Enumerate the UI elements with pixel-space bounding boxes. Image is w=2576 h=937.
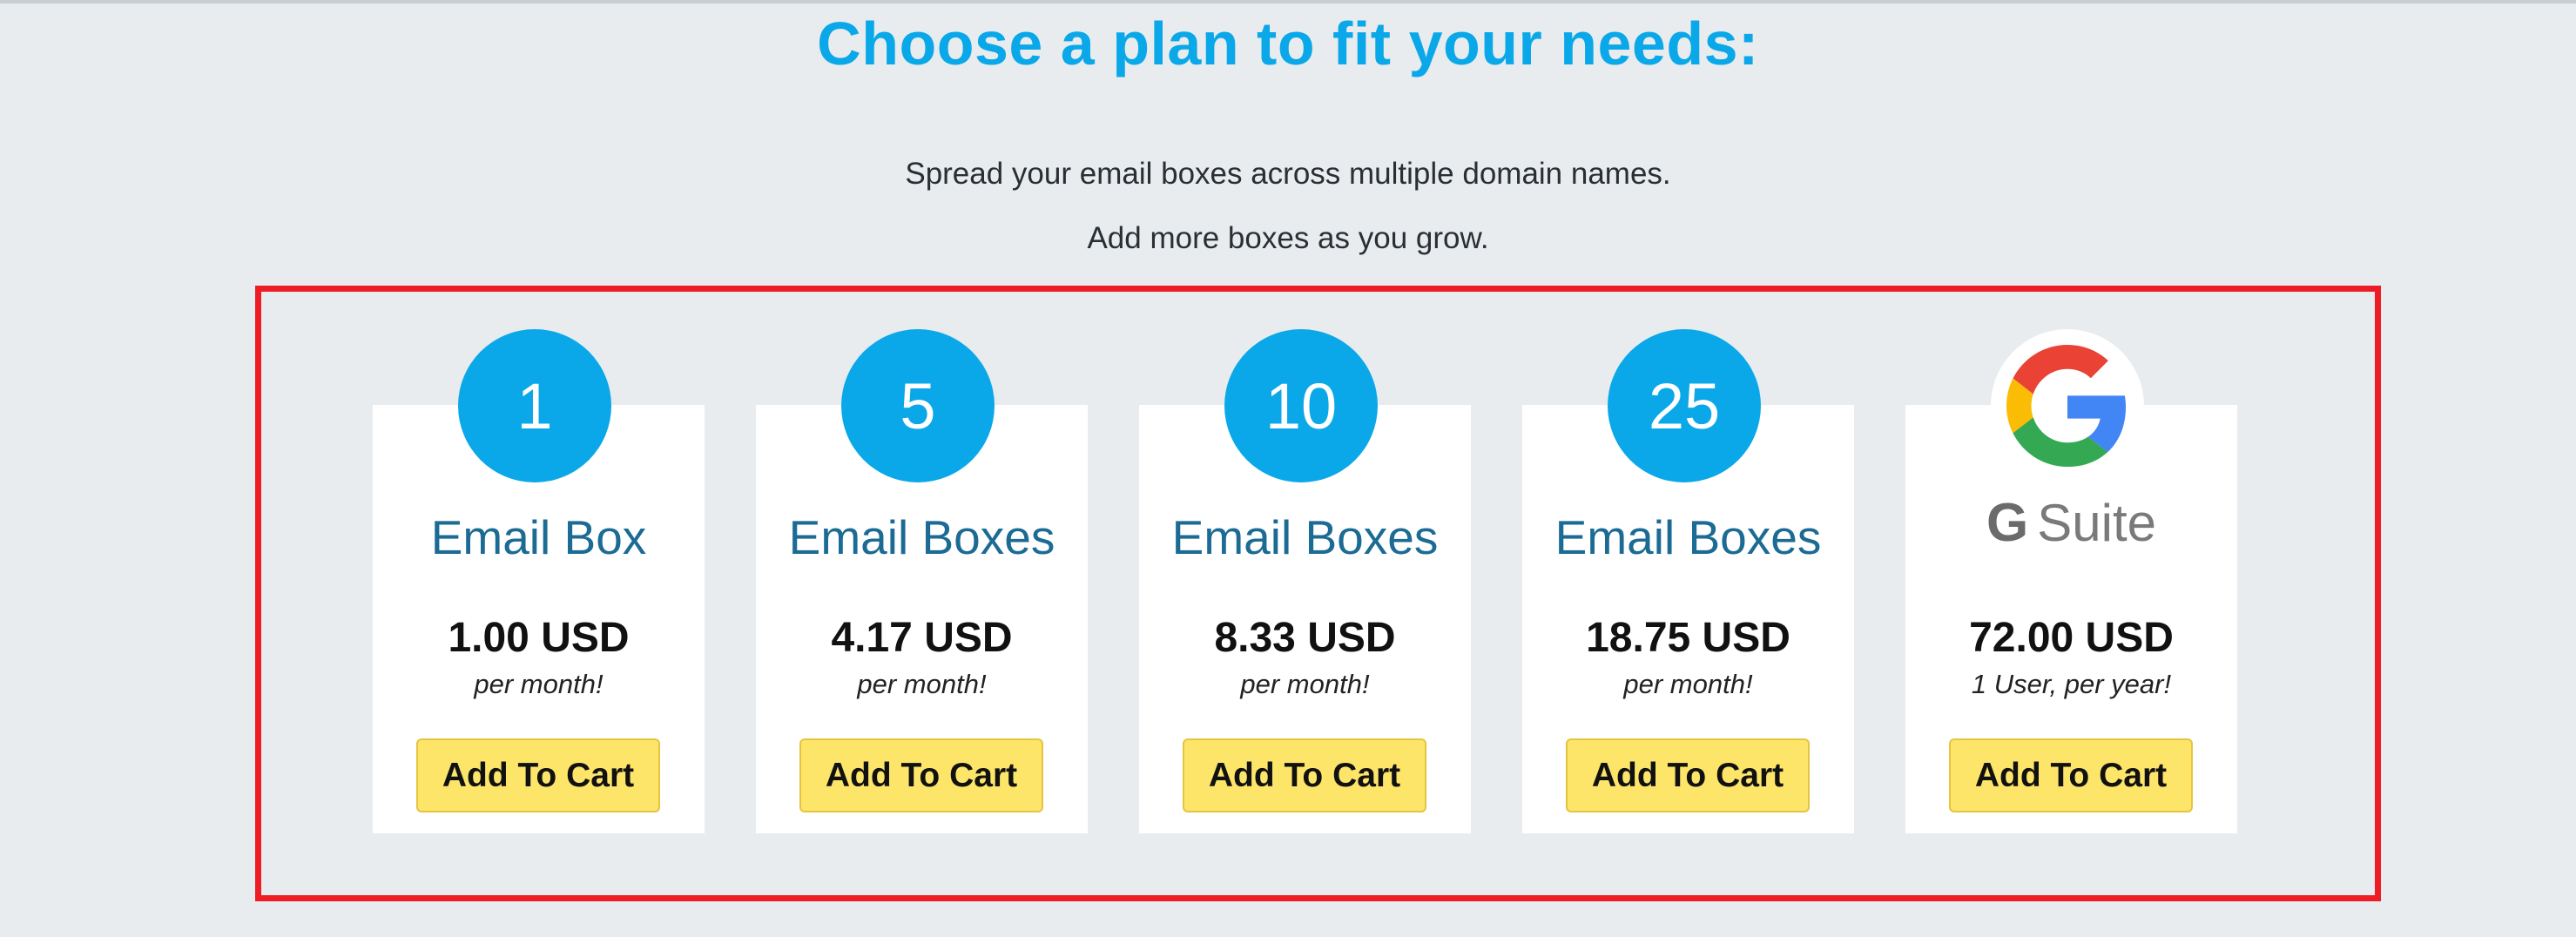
gsuite-wordmark: G Suite (1905, 492, 2237, 554)
plan-period: per month! (857, 669, 987, 699)
google-g-icon (1991, 329, 2144, 482)
plan-card-25-boxes: 25 Email Boxes 18.75 USD per month! Add … (1522, 329, 1854, 833)
plan-period: per month! (474, 669, 604, 699)
plan-period: per month! (1240, 669, 1370, 699)
plan-label: Email Box (430, 510, 647, 564)
plan-period: 1 User, per year! (1971, 669, 2172, 699)
plan-price: 72.00 USD (1969, 615, 2174, 661)
plan-price: 1.00 USD (448, 615, 630, 661)
subtitle-line-2: Add more boxes as you grow. (1087, 221, 1489, 255)
subtitle-line-1: Spread your email boxes across multiple … (905, 157, 1671, 191)
plan-label: Email Boxes (1171, 510, 1439, 564)
top-edge (0, 0, 2576, 3)
add-to-cart-button[interactable]: Add To Cart (799, 738, 1043, 812)
add-to-cart-button[interactable]: Add To Cart (416, 738, 660, 812)
plan-price: 4.17 USD (831, 615, 1013, 661)
plan-count-badge: 25 (1608, 329, 1761, 482)
page-title: Choose a plan to fit your needs: (817, 10, 1759, 78)
gsuite-name: Suite (2037, 494, 2156, 552)
plan-label: Email Boxes (788, 510, 1055, 564)
add-to-cart-button[interactable]: Add To Cart (1566, 738, 1810, 812)
plan-period: per month! (1623, 669, 1753, 699)
plan-label: Email Boxes (1554, 510, 1822, 564)
add-to-cart-button[interactable]: Add To Cart (1949, 738, 2193, 812)
plan-card-gsuite: G Suite 72.00 USD 1 User, per year! Add … (1905, 329, 2237, 833)
plan-count-badge: 1 (458, 329, 611, 482)
plan-price: 8.33 USD (1214, 615, 1396, 661)
plan-count-badge: 5 (841, 329, 995, 482)
plan-price: 18.75 USD (1586, 615, 1790, 661)
plan-card-1-box: 1 Email Box 1.00 USD per month! Add To C… (373, 329, 705, 833)
plan-count-badge: 10 (1224, 329, 1378, 482)
plan-card-5-boxes: 5 Email Boxes 4.17 USD per month! Add To… (756, 329, 1088, 833)
plan-card-10-boxes: 10 Email Boxes 8.33 USD per month! Add T… (1139, 329, 1471, 833)
add-to-cart-button[interactable]: Add To Cart (1183, 738, 1426, 812)
gsuite-letter: G (1986, 493, 2029, 553)
